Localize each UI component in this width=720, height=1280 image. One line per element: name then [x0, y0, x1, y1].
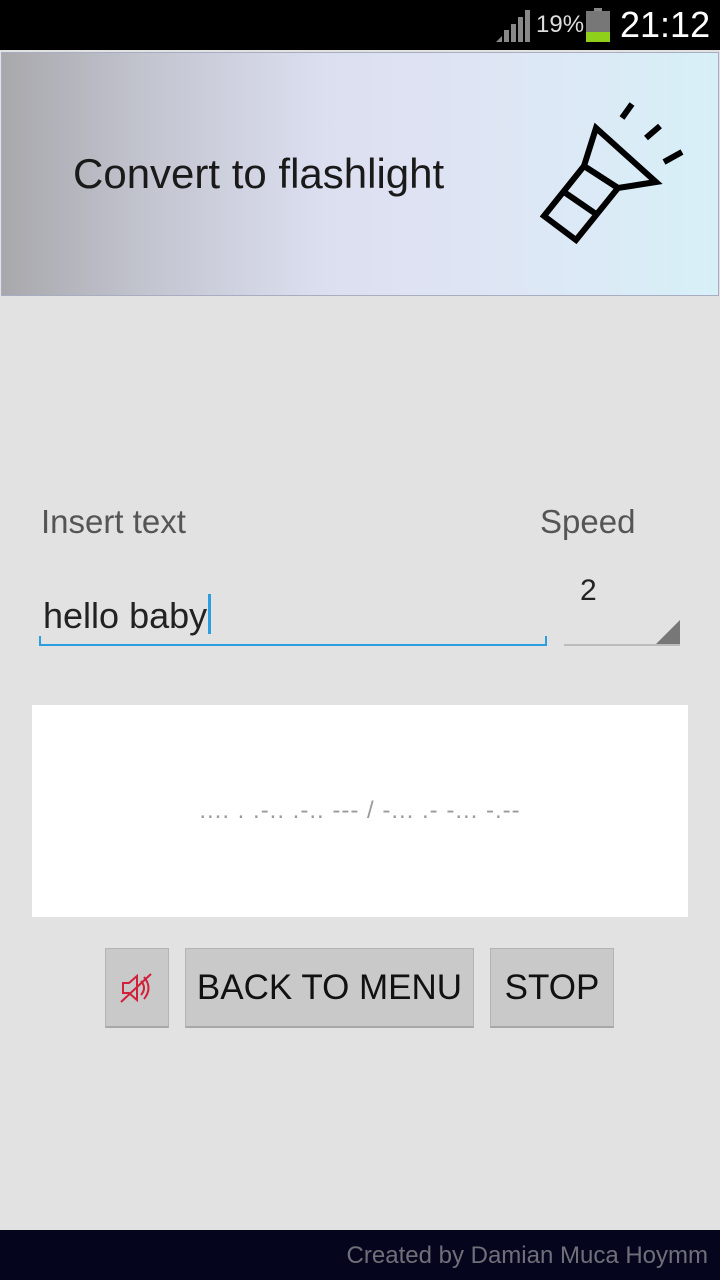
status-clock: 21:12: [620, 4, 711, 45]
speed-spinner[interactable]: 2: [564, 566, 680, 646]
mute-button[interactable]: [105, 948, 169, 1028]
morse-output-text: .... . .-.. .-.. --- / -... .- -... -.--: [199, 797, 521, 824]
speed-label: Speed: [540, 503, 636, 540]
page-title: Convert to flashlight: [73, 150, 445, 197]
status-bar: 19% 21:12: [0, 0, 720, 50]
text-input-value: hello baby: [43, 595, 208, 636]
text-caret: [208, 594, 212, 634]
footer: Created by Damian Muca Hoymm: [0, 1230, 720, 1280]
stop-button[interactable]: STOP: [490, 948, 614, 1028]
battery-percent: 19%: [536, 11, 585, 38]
battery-icon: [586, 8, 610, 42]
back-to-menu-button[interactable]: BACK TO MENU: [185, 948, 474, 1028]
morse-output-panel: .... . .-.. .-.. --- / -... .- -... -.--: [32, 705, 688, 917]
speed-value: 2: [580, 574, 597, 607]
text-input[interactable]: hello baby: [39, 586, 547, 646]
footer-credit: Created by Damian Muca Hoymm: [346, 1242, 708, 1269]
signal-icon: [496, 10, 530, 42]
sound-off-icon: [120, 972, 152, 1003]
insert-text-label: Insert text: [41, 503, 186, 540]
dropdown-arrow-icon: [656, 620, 680, 644]
flashlight-icon: [539, 102, 684, 245]
